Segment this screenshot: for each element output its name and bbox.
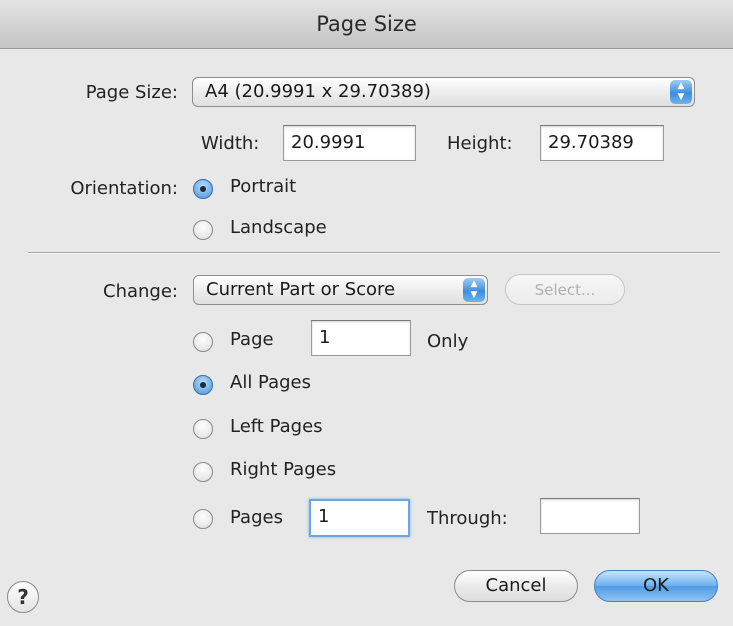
pages-range-radio[interactable] (193, 509, 213, 529)
page-number-field[interactable]: 1 (311, 320, 411, 356)
up-down-chevron-icon: ▲ ▼ (670, 80, 692, 104)
portrait-label: Portrait (230, 176, 297, 197)
width-label: Width: (201, 133, 260, 154)
change-value: Current Part or Score (206, 279, 396, 300)
page-size-popup[interactable]: A4 (20.9991 x 29.70389) ▲ ▼ (192, 77, 695, 107)
pages-from-field[interactable]: 1 (309, 499, 410, 537)
all-pages-radio[interactable] (193, 375, 213, 395)
landscape-radio[interactable] (193, 220, 213, 240)
through-label: Through: (427, 508, 508, 529)
only-label: Only (427, 331, 469, 352)
cancel-button[interactable]: Cancel (454, 570, 578, 602)
orientation-label: Orientation: (70, 178, 178, 199)
right-pages-label: Right Pages (230, 459, 337, 480)
portrait-radio[interactable] (193, 179, 213, 199)
page-only-label: Page (230, 329, 274, 350)
up-down-chevron-icon: ▲ ▼ (463, 278, 485, 302)
width-field[interactable]: 20.9991 (283, 125, 416, 161)
change-label: Change: (103, 281, 178, 302)
landscape-label: Landscape (230, 217, 327, 238)
pages-to-field[interactable] (540, 498, 640, 534)
window-title: Page Size (316, 12, 417, 36)
pages-range-label: Pages (230, 507, 283, 528)
height-label: Height: (447, 133, 513, 154)
change-popup[interactable]: Current Part or Score ▲ ▼ (193, 275, 488, 305)
height-field[interactable]: 29.70389 (540, 125, 664, 161)
all-pages-label: All Pages (230, 372, 311, 393)
help-icon[interactable]: ? (7, 581, 39, 613)
ok-button[interactable]: OK (594, 570, 718, 602)
right-pages-radio[interactable] (193, 462, 213, 482)
page-only-radio[interactable] (193, 332, 213, 352)
select-button[interactable]: Select... (505, 274, 625, 305)
left-pages-label: Left Pages (230, 416, 323, 437)
page-size-label: Page Size: (85, 82, 178, 103)
page-size-value: A4 (20.9991 x 29.70389) (205, 81, 431, 102)
title-bar: Page Size (0, 0, 733, 49)
section-divider (28, 252, 720, 254)
left-pages-radio[interactable] (193, 419, 213, 439)
